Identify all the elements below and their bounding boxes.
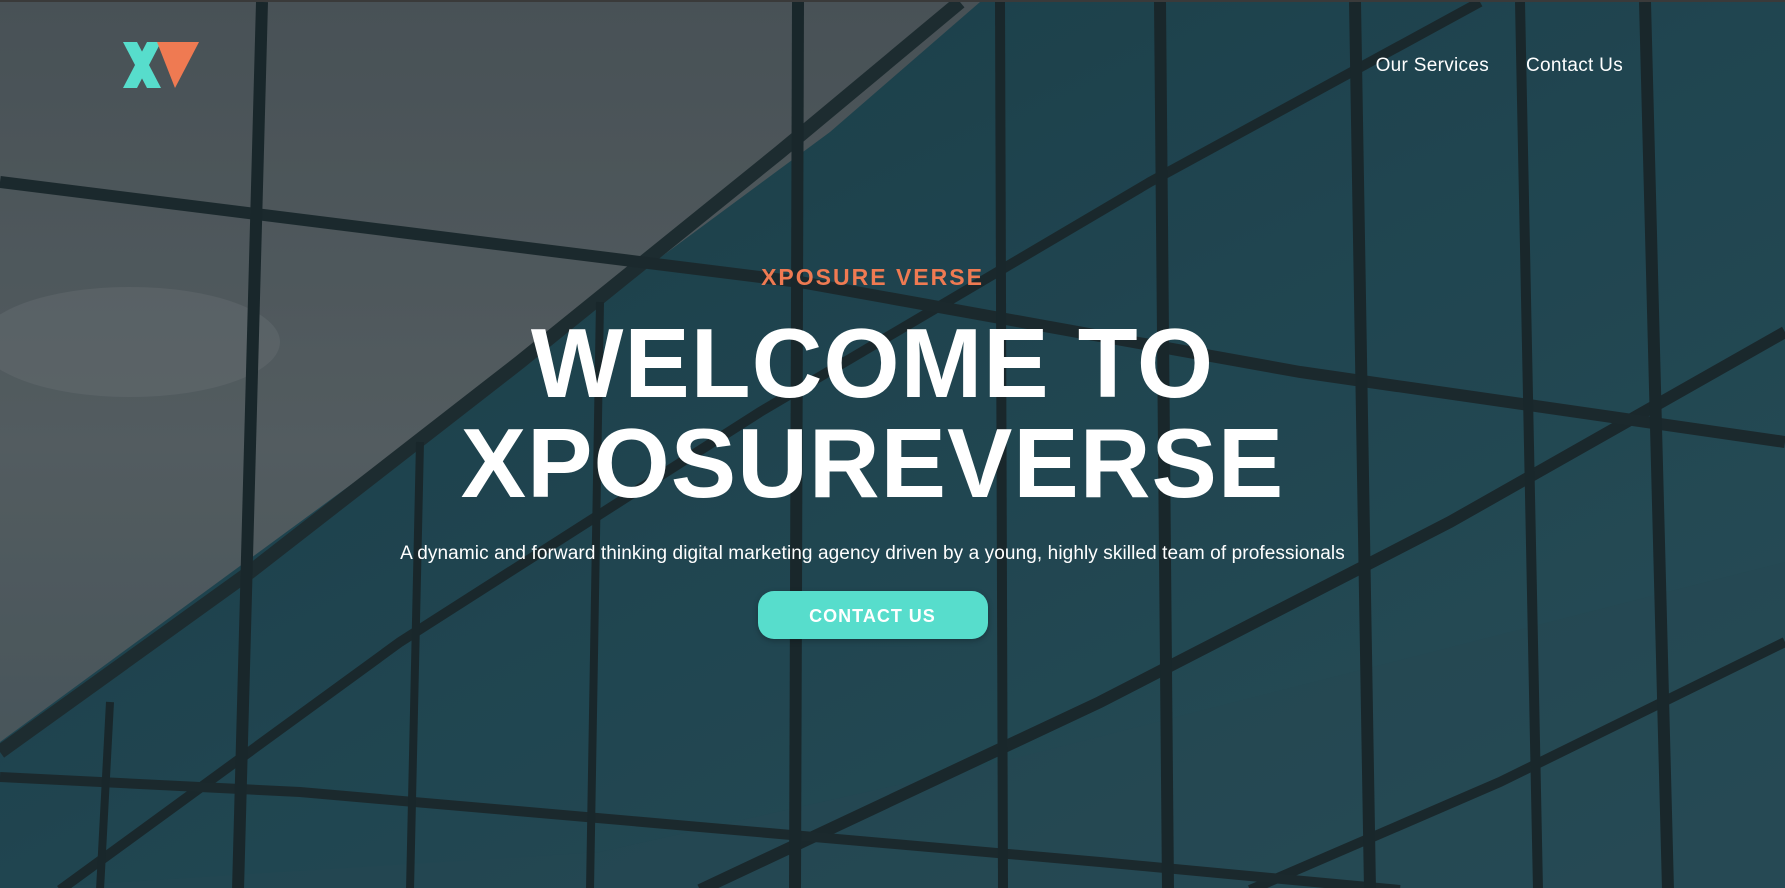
hero-headline-line2: XPOSUREVERSE	[460, 408, 1285, 518]
top-nav: Our Services Contact Us	[1376, 55, 1623, 77]
hero-section: Our Services Contact Us XPOSURE VERSE WE…	[0, 0, 1785, 888]
xv-logo-icon[interactable]	[123, 42, 199, 88]
nav-link-our-services[interactable]: Our Services	[1376, 55, 1489, 77]
hero-content: XPOSURE VERSE WELCOME TO XPOSUREVERSE A …	[0, 264, 1745, 639]
contact-us-button[interactable]: CONTACT US	[757, 591, 988, 639]
hero-eyebrow: XPOSURE VERSE	[761, 264, 984, 290]
hero-subtitle: A dynamic and forward thinking digital m…	[400, 543, 1345, 564]
nav-link-contact-us[interactable]: Contact Us	[1526, 55, 1623, 77]
hero-headline: WELCOME TO XPOSUREVERSE	[0, 313, 1745, 513]
hero-headline-line1: WELCOME TO	[530, 308, 1215, 418]
